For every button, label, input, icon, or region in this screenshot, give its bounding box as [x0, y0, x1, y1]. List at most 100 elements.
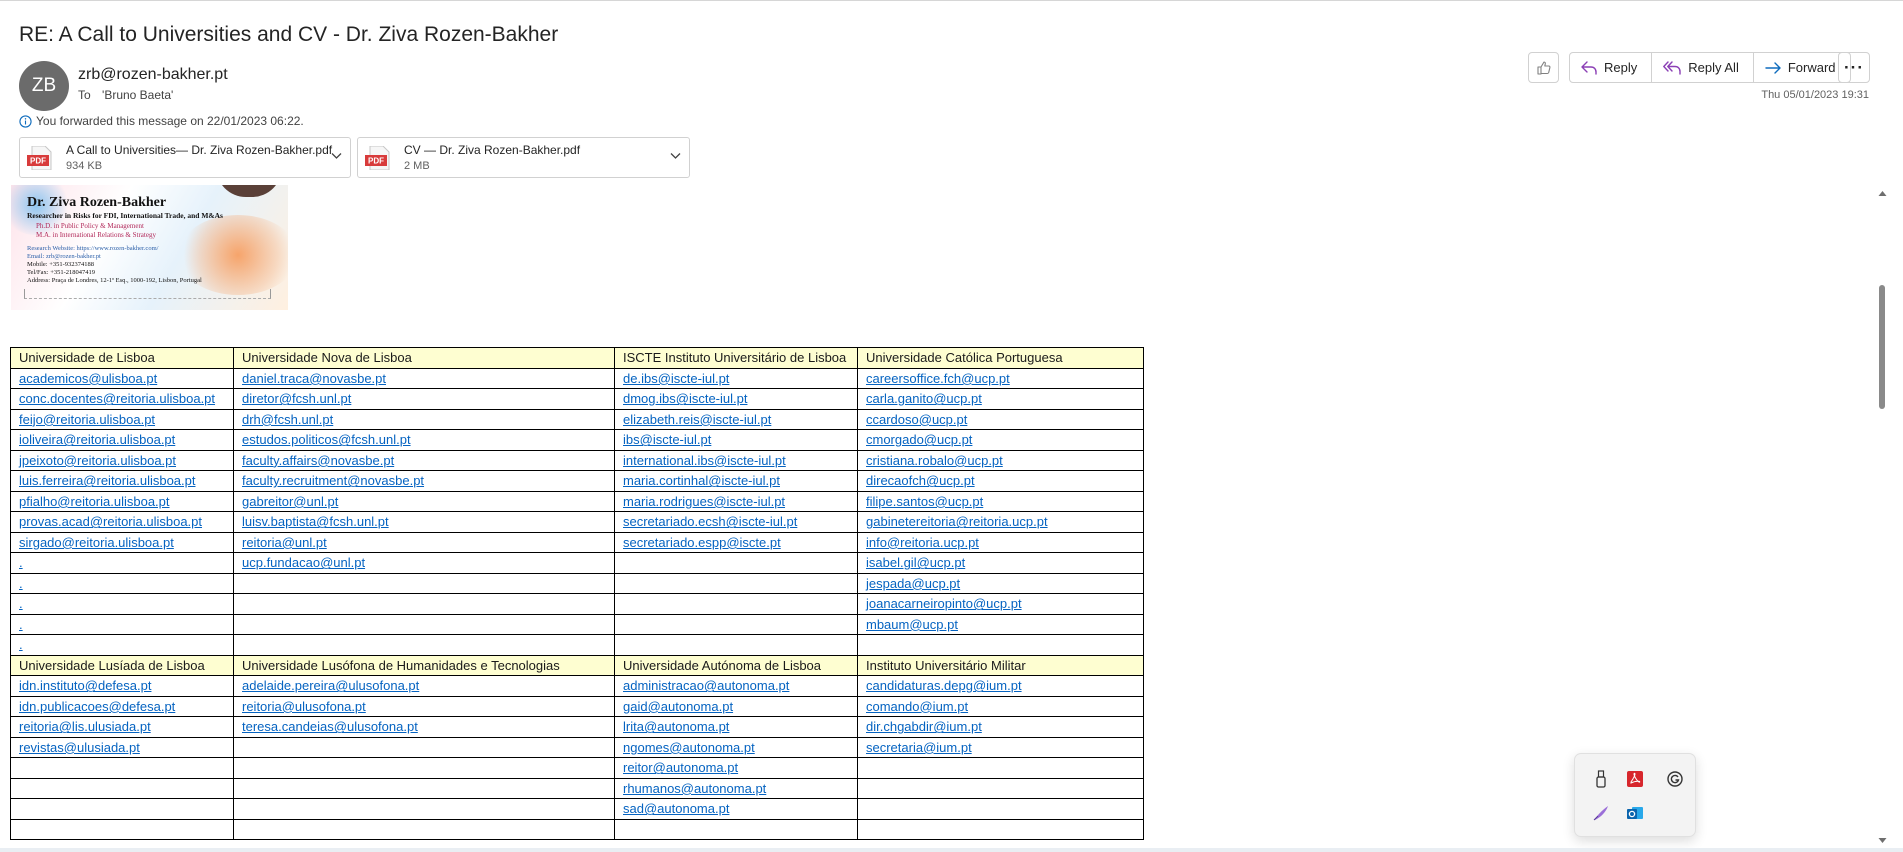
email-link[interactable]: filipe.santos@ucp.pt: [866, 494, 983, 509]
email-link[interactable]: daniel.traca@novasbe.pt: [242, 371, 386, 386]
email-cell: adelaide.pereira@ulusofona.pt: [233, 675, 615, 697]
email-link[interactable]: gabreitor@unl.pt: [242, 494, 338, 509]
email-cell: [233, 777, 615, 799]
usb-drive-icon[interactable]: [1589, 767, 1613, 791]
recipient-name[interactable]: 'Bruno Baeta': [102, 88, 173, 102]
reply-all-button[interactable]: Reply All: [1652, 53, 1754, 82]
email-link[interactable]: isabel.gil@ucp.pt: [866, 555, 965, 570]
email-link[interactable]: jespada@ucp.pt: [866, 576, 960, 591]
email-link[interactable]: carla.ganito@ucp.pt: [866, 391, 982, 406]
email-link[interactable]: luis.ferreira@reitoria.ulisboa.pt: [19, 473, 196, 488]
attachment-size: 2 MB: [404, 160, 430, 172]
signature-degree: M.A. in International Relations & Strate…: [36, 231, 156, 239]
sender-address[interactable]: zrb@rozen-bakher.pt: [78, 66, 228, 84]
email-link[interactable]: reitor@autonoma.pt: [623, 760, 738, 775]
like-button[interactable]: [1528, 52, 1559, 83]
email-cell: secretariado.espp@iscte.pt: [614, 531, 858, 553]
email-link[interactable]: .: [19, 555, 23, 570]
email-link[interactable]: revistas@ulusiada.pt: [19, 740, 140, 755]
email-link[interactable]: joanacarneiropinto@ucp.pt: [866, 596, 1022, 611]
email-link[interactable]: cmorgado@ucp.pt: [866, 432, 972, 447]
email-link[interactable]: rhumanos@autonoma.pt: [623, 781, 766, 796]
pdf-icon: PDF: [365, 146, 390, 170]
email-link[interactable]: sad@autonoma.pt: [623, 801, 729, 816]
email-link[interactable]: careersoffice.fch@ucp.pt: [866, 371, 1010, 386]
scroll-down-icon[interactable]: [1878, 837, 1887, 844]
email-cell: administracao@autonoma.pt: [614, 675, 858, 697]
scrollbar-thumb[interactable]: [1879, 285, 1885, 409]
email-link[interactable]: pfialho@reitoria.ulisboa.pt: [19, 494, 170, 509]
email-link[interactable]: lrita@autonoma.pt: [623, 719, 729, 734]
email-link[interactable]: .: [19, 576, 23, 591]
email-link[interactable]: maria.rodrigues@iscte-iul.pt: [623, 494, 785, 509]
email-link[interactable]: maria.cortinhal@iscte-iul.pt: [623, 473, 780, 488]
chevron-down-icon[interactable]: [670, 152, 681, 160]
email-link[interactable]: ioliveira@reitoria.ulisboa.pt: [19, 432, 175, 447]
email-link[interactable]: ccardoso@ucp.pt: [866, 412, 967, 427]
email-link[interactable]: secretariado.espp@iscte.pt: [623, 535, 781, 550]
email-link[interactable]: dmog.ibs@iscte-iul.pt: [623, 391, 747, 406]
email-link[interactable]: luisv.baptista@fcsh.unl.pt: [242, 514, 389, 529]
email-link[interactable]: adelaide.pereira@ulusofona.pt: [242, 678, 419, 693]
email-link[interactable]: reitoria@ulusofona.pt: [242, 699, 366, 714]
email-link[interactable]: reitoria@unl.pt: [242, 535, 327, 550]
email-link[interactable]: jpeixoto@reitoria.ulisboa.pt: [19, 453, 176, 468]
signature-mobile: Mobile: +351-932374188: [27, 261, 95, 268]
email-link[interactable]: administracao@autonoma.pt: [623, 678, 789, 693]
email-link[interactable]: provas.acad@reitoria.ulisboa.pt: [19, 514, 202, 529]
email-link[interactable]: faculty.recruitment@novasbe.pt: [242, 473, 424, 488]
email-link[interactable]: faculty.affairs@novasbe.pt: [242, 453, 394, 468]
outlook-icon[interactable]: [1623, 801, 1647, 825]
email-link[interactable]: idn.instituto@defesa.pt: [19, 678, 151, 693]
attachment-card[interactable]: PDF CV — Dr. Ziva Rozen-Bakher.pdf 2 MB: [357, 137, 690, 178]
email-cell: [233, 818, 615, 840]
email-link[interactable]: secretariado.ecsh@iscte-iul.pt: [623, 514, 797, 529]
email-link[interactable]: .: [19, 596, 23, 611]
scroll-up-icon[interactable]: [1878, 190, 1887, 197]
email-link[interactable]: estudos.politicos@fcsh.unl.pt: [242, 432, 411, 447]
vertical-scrollbar[interactable]: [1874, 186, 1890, 848]
email-link[interactable]: gabinetereitoria@reitoria.ucp.pt: [866, 514, 1048, 529]
email-link[interactable]: gaid@autonoma.pt: [623, 699, 733, 714]
email-link[interactable]: direcaofch@ucp.pt: [866, 473, 975, 488]
email-link[interactable]: .: [19, 637, 23, 652]
email-link[interactable]: mbaum@ucp.pt: [866, 617, 958, 632]
email-link[interactable]: international.ibs@iscte-iul.pt: [623, 453, 786, 468]
email-cell: .: [10, 593, 234, 615]
email-cell: [233, 736, 615, 758]
grammarly-icon[interactable]: [1663, 767, 1687, 791]
email-link[interactable]: ibs@iscte-iul.pt: [623, 432, 711, 447]
email-link[interactable]: academicos@ulisboa.pt: [19, 371, 157, 386]
email-link[interactable]: ucp.fundacao@unl.pt: [242, 555, 365, 570]
email-link[interactable]: info@reitoria.ucp.pt: [866, 535, 979, 550]
email-link[interactable]: conc.docentes@reitoria.ulisboa.pt: [19, 391, 215, 406]
email-link[interactable]: de.ibs@iscte-iul.pt: [623, 371, 729, 386]
more-actions-button[interactable]: ···: [1838, 52, 1870, 83]
email-link[interactable]: secretaria@ium.pt: [866, 740, 972, 755]
email-cell: .: [10, 572, 234, 594]
chevron-down-icon[interactable]: [331, 152, 342, 160]
email-link[interactable]: reitoria@lis.ulusiada.pt: [19, 719, 151, 734]
email-link[interactable]: .: [19, 617, 23, 632]
email-cell: academicos@ulisboa.pt: [10, 367, 234, 389]
email-cell: info@reitoria.ucp.pt: [857, 531, 1144, 553]
email-link[interactable]: idn.publicacoes@defesa.pt: [19, 699, 175, 714]
pen-icon[interactable]: [1589, 801, 1613, 825]
email-link[interactable]: diretor@fcsh.unl.pt: [242, 391, 351, 406]
reply-button[interactable]: Reply: [1570, 53, 1653, 82]
acrobat-icon[interactable]: [1623, 767, 1647, 791]
email-link[interactable]: dir.chgabdir@ium.pt: [866, 719, 982, 734]
email-link[interactable]: comando@ium.pt: [866, 699, 968, 714]
email-cell: maria.cortinhal@iscte-iul.pt: [614, 470, 858, 492]
email-link[interactable]: drh@fcsh.unl.pt: [242, 412, 333, 427]
forward-button[interactable]: Forward: [1754, 53, 1850, 82]
email-link[interactable]: candidaturas.depg@ium.pt: [866, 678, 1022, 693]
attachment-card[interactable]: PDF A Call to Universities— Dr. Ziva Roz…: [19, 137, 351, 178]
email-link[interactable]: feijo@reitoria.ulisboa.pt: [19, 412, 155, 427]
sender-avatar[interactable]: ZB: [19, 61, 69, 111]
email-link[interactable]: cristiana.robalo@ucp.pt: [866, 453, 1003, 468]
email-link[interactable]: sirgado@reitoria.ulisboa.pt: [19, 535, 174, 550]
email-link[interactable]: elizabeth.reis@iscte-iul.pt: [623, 412, 771, 427]
email-link[interactable]: ngomes@autonoma.pt: [623, 740, 755, 755]
email-link[interactable]: teresa.candeias@ulusofona.pt: [242, 719, 418, 734]
